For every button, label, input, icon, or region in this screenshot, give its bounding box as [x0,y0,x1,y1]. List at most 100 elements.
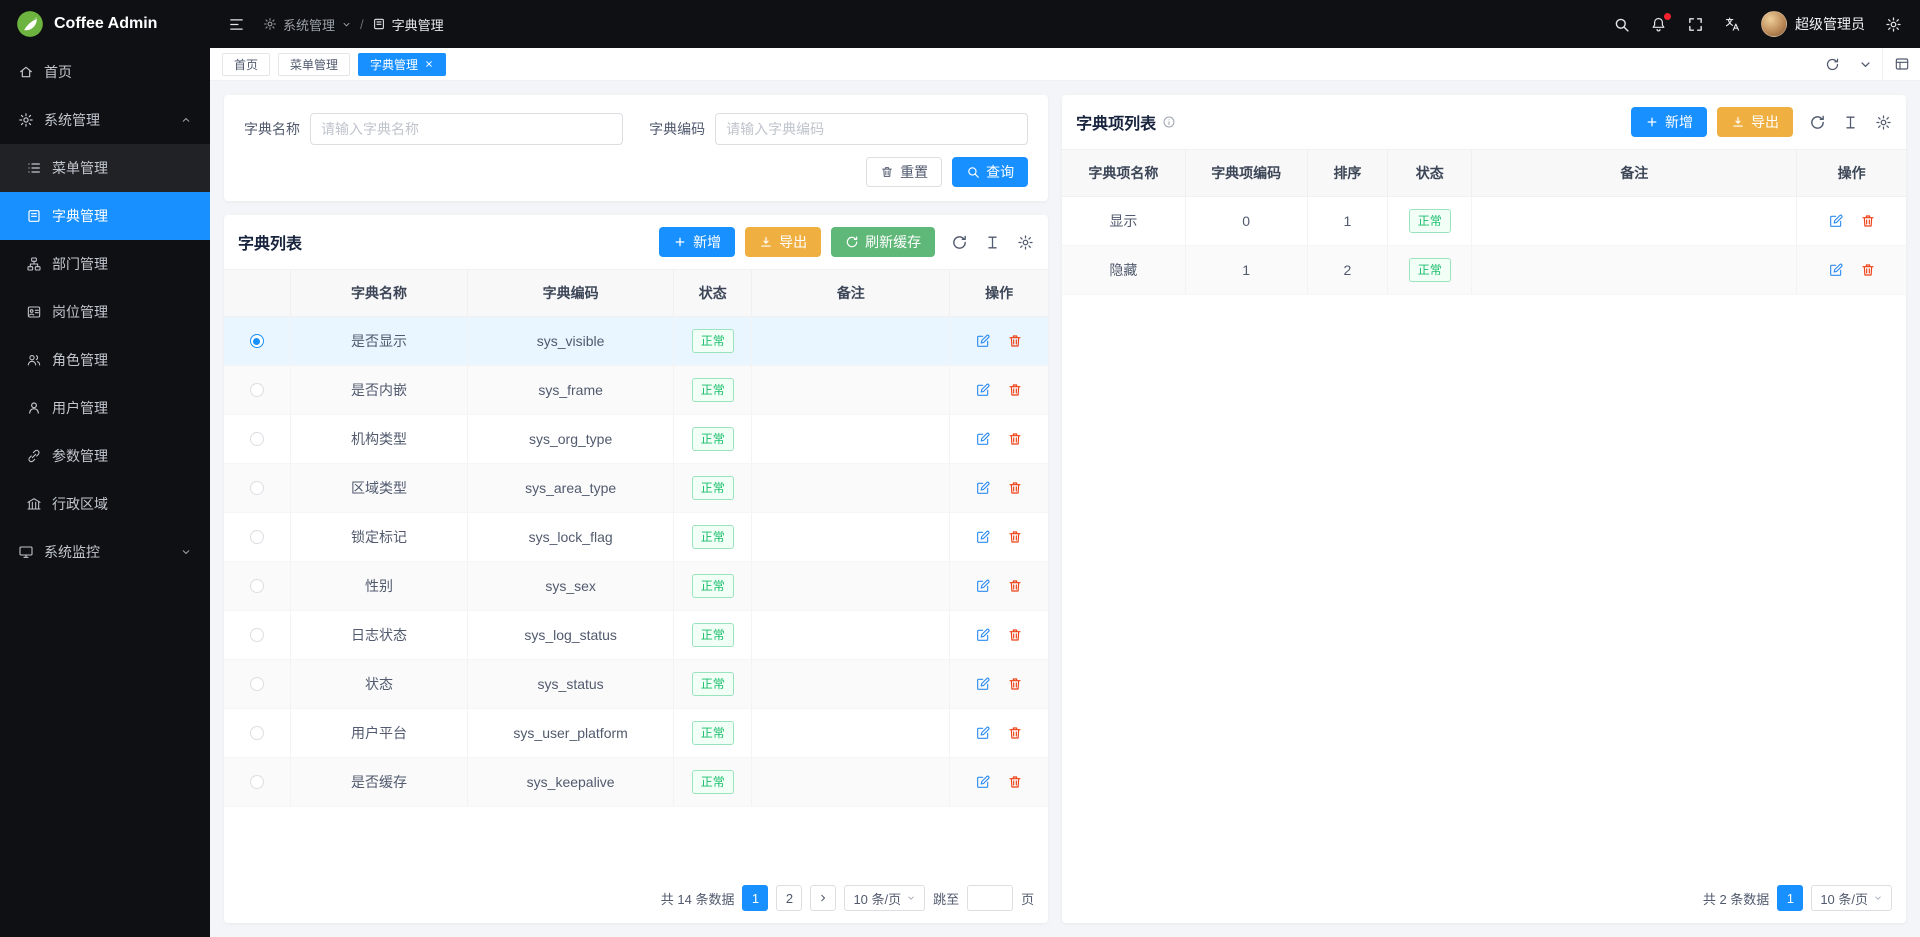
search-icon[interactable] [1613,16,1630,33]
edit-icon[interactable] [975,382,991,398]
row-radio[interactable] [250,775,264,789]
cell-dict-code: sys_status [467,660,673,708]
add-button[interactable]: 新增 [1631,107,1707,137]
table-row[interactable]: 显示 0 1 正常 [1062,197,1906,246]
export-button[interactable]: 导出 [745,227,821,257]
table-row[interactable]: 日志状态 sys_log_status 正常 [224,611,1048,660]
table-row[interactable]: 状态 sys_status 正常 [224,660,1048,709]
close-icon[interactable] [424,59,434,69]
info-icon[interactable] [1162,115,1176,129]
page-size-select[interactable]: 10 条/页 [844,885,925,911]
sidebar-item-menu-mgmt[interactable]: 菜单管理 [0,144,210,192]
edit-icon[interactable] [1828,262,1844,278]
density-icon[interactable] [984,234,1001,251]
row-radio[interactable] [250,530,264,544]
tab-home[interactable]: 首页 [222,53,270,76]
sidebar-item-dict-mgmt[interactable]: 字典管理 [0,192,210,240]
sidebar-item-param-mgmt[interactable]: 参数管理 [0,432,210,480]
delete-icon[interactable] [1860,262,1876,278]
edit-icon[interactable] [975,480,991,496]
sidebar-group-system[interactable]: 系统管理 [0,96,210,144]
row-radio[interactable] [250,481,264,495]
chevron-down-icon[interactable] [1849,57,1882,72]
sidebar-item-user-mgmt[interactable]: 用户管理 [0,384,210,432]
table-row[interactable]: 用户平台 sys_user_platform 正常 [224,709,1048,758]
sidebar-item-home[interactable]: 首页 [0,48,210,96]
page-button-1[interactable]: 1 [742,885,768,911]
delete-icon[interactable] [1007,725,1023,741]
edit-icon[interactable] [975,774,991,790]
edit-icon[interactable] [975,431,991,447]
tab-menu-mgmt[interactable]: 菜单管理 [278,53,350,76]
edit-icon[interactable] [975,627,991,643]
delete-icon[interactable] [1007,627,1023,643]
jump-page-input[interactable] [967,885,1013,911]
table-settings-gear-icon[interactable] [1017,234,1034,251]
refresh-icon[interactable] [1809,114,1826,131]
edit-icon[interactable] [975,725,991,741]
dict-name-input[interactable] [310,113,623,145]
density-icon[interactable] [1842,114,1859,131]
edit-icon[interactable] [975,333,991,349]
sidebar-item-role-mgmt[interactable]: 角色管理 [0,336,210,384]
edit-icon[interactable] [1828,213,1844,229]
refresh-icon[interactable] [951,234,968,251]
dict-code-input[interactable] [715,113,1028,145]
row-radio[interactable] [250,383,264,397]
breadcrumb-item-system[interactable]: 系统管理 [263,15,352,34]
delete-icon[interactable] [1007,480,1023,496]
delete-icon[interactable] [1007,431,1023,447]
delete-icon[interactable] [1007,529,1023,545]
sidebar-group-monitor[interactable]: 系统监控 [0,528,210,576]
refresh-cache-button[interactable]: 刷新缓存 [831,227,935,257]
sidebar-item-dept-mgmt[interactable]: 部门管理 [0,240,210,288]
breadcrumb-item-dict[interactable]: 字典管理 [372,15,444,34]
trash-icon [880,165,894,179]
refresh-icon[interactable] [1816,57,1849,72]
page-size-select[interactable]: 10 条/页 [1811,885,1892,911]
delete-icon[interactable] [1860,213,1876,229]
page-button-2[interactable]: 2 [776,885,802,911]
sidebar-item-post-mgmt[interactable]: 岗位管理 [0,288,210,336]
bell-icon[interactable] [1650,16,1667,33]
delete-icon[interactable] [1007,333,1023,349]
table-row[interactable]: 机构类型 sys_org_type 正常 [224,415,1048,464]
table-row[interactable]: 锁定标记 sys_lock_flag 正常 [224,513,1048,562]
row-radio[interactable] [250,628,264,642]
table-row[interactable]: 隐藏 1 2 正常 [1062,246,1906,295]
table-row[interactable]: 是否内嵌 sys_frame 正常 [224,366,1048,415]
row-radio[interactable] [250,334,264,348]
table-settings-gear-icon[interactable] [1875,114,1892,131]
delete-icon[interactable] [1007,676,1023,692]
row-radio[interactable] [250,677,264,691]
menu-fold-icon[interactable] [228,16,245,33]
translate-icon[interactable] [1724,16,1741,33]
row-radio[interactable] [250,432,264,446]
table-row[interactable]: 是否缓存 sys_keepalive 正常 [224,758,1048,807]
edit-icon[interactable] [975,676,991,692]
add-button[interactable]: 新增 [659,227,735,257]
layout-icon[interactable] [1882,48,1920,80]
page-button-1[interactable]: 1 [1777,885,1803,911]
settings-gear-icon[interactable] [1885,16,1902,33]
sidebar-item-region[interactable]: 行政区域 [0,480,210,528]
export-button[interactable]: 导出 [1717,107,1793,137]
user-menu[interactable]: 超级管理员 [1761,11,1865,37]
edit-icon[interactable] [975,578,991,594]
reset-button[interactable]: 重置 [866,157,942,187]
delete-icon[interactable] [1007,774,1023,790]
edit-icon[interactable] [975,529,991,545]
row-radio[interactable] [250,726,264,740]
next-page-button[interactable] [810,885,836,911]
table-row[interactable]: 性别 sys_sex 正常 [224,562,1048,611]
row-radio[interactable] [250,579,264,593]
logo[interactable]: Coffee Admin [0,0,210,48]
tab-dict-mgmt[interactable]: 字典管理 [358,53,446,76]
fullscreen-icon[interactable] [1687,16,1704,33]
table-row[interactable]: 是否显示 sys_visible 正常 [224,317,1048,366]
delete-icon[interactable] [1007,578,1023,594]
query-button[interactable]: 查询 [952,157,1028,187]
table-row[interactable]: 区域类型 sys_area_type 正常 [224,464,1048,513]
delete-icon[interactable] [1007,382,1023,398]
cell-status: 正常 [673,709,751,757]
